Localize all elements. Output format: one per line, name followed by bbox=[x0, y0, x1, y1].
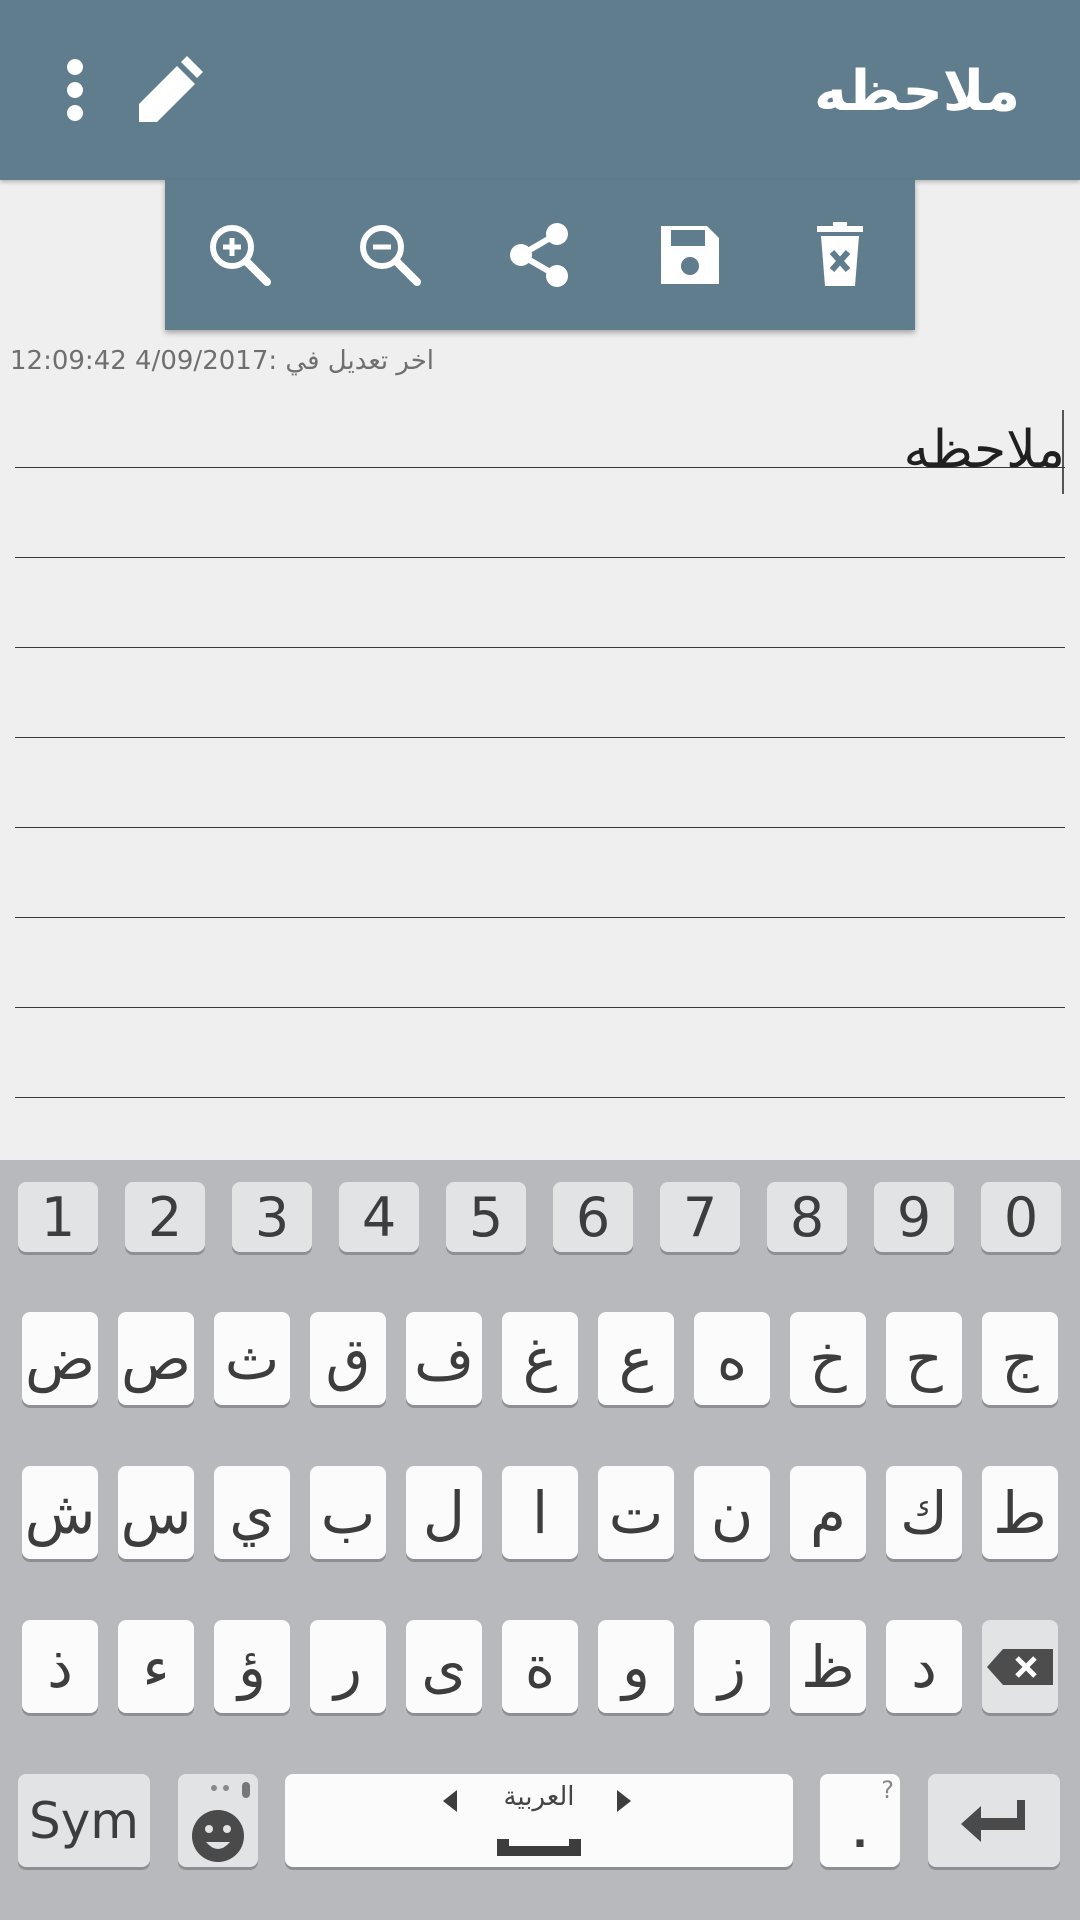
period-hint: ? bbox=[881, 1776, 894, 1804]
letter-key[interactable]: ؤ bbox=[214, 1620, 290, 1713]
letter-key[interactable]: ي bbox=[214, 1466, 290, 1559]
sym-key[interactable]: Sym bbox=[18, 1774, 150, 1867]
save-icon[interactable] bbox=[655, 220, 725, 290]
key-6[interactable]: 6 bbox=[553, 1182, 633, 1252]
key-7[interactable]: 7 bbox=[660, 1182, 740, 1252]
note-line bbox=[15, 917, 1065, 918]
letter-key[interactable]: ا bbox=[502, 1466, 578, 1559]
letter-key[interactable]: و bbox=[598, 1620, 674, 1713]
letter-key[interactable]: ل bbox=[406, 1466, 482, 1559]
space-key[interactable]: العربية bbox=[285, 1774, 793, 1867]
letter-key[interactable]: ض bbox=[22, 1312, 98, 1405]
letter-key[interactable]: ر bbox=[310, 1620, 386, 1713]
note-line bbox=[15, 1097, 1065, 1098]
soft-keyboard: 1 2 3 4 5 6 7 8 9 0 ض ص ث ق ف غ ع ه خ ح … bbox=[0, 1160, 1080, 1920]
edit-pencil-icon[interactable] bbox=[125, 52, 203, 130]
letter-key[interactable]: ص bbox=[118, 1312, 194, 1405]
key-5[interactable]: 5 bbox=[446, 1182, 526, 1252]
note-line bbox=[15, 467, 1065, 468]
text-cursor bbox=[1062, 410, 1064, 494]
app-bar: ملاحظه bbox=[0, 0, 1080, 180]
letter-key[interactable]: ك bbox=[886, 1466, 962, 1559]
key-1[interactable]: 1 bbox=[18, 1182, 98, 1252]
period-label: . bbox=[852, 1811, 868, 1857]
key-4[interactable]: 4 bbox=[339, 1182, 419, 1252]
letter-key[interactable]: ظ bbox=[790, 1620, 866, 1713]
last-modified-label: اخر تعديل في :4/09/2017 12:09:42 bbox=[10, 346, 435, 376]
letter-key[interactable]: ه bbox=[694, 1312, 770, 1405]
share-icon[interactable] bbox=[505, 220, 575, 290]
letter-key[interactable]: خ bbox=[790, 1312, 866, 1405]
key-9[interactable]: 9 bbox=[874, 1182, 954, 1252]
letter-key[interactable]: غ bbox=[502, 1312, 578, 1405]
language-label: العربية bbox=[503, 1782, 575, 1812]
note-line bbox=[15, 557, 1065, 558]
letter-key[interactable]: ق bbox=[310, 1312, 386, 1405]
more-options-icon[interactable] bbox=[50, 55, 100, 125]
key-3[interactable]: 3 bbox=[232, 1182, 312, 1252]
letter-key[interactable]: ز bbox=[694, 1620, 770, 1713]
letter-key[interactable]: ث bbox=[214, 1312, 290, 1405]
note-text-input[interactable]: ملاحظه bbox=[903, 415, 1065, 485]
emoji-key[interactable] bbox=[178, 1774, 258, 1867]
letter-key[interactable]: ب bbox=[310, 1466, 386, 1559]
letter-key[interactable]: ء bbox=[118, 1620, 194, 1713]
period-key[interactable]: . ? bbox=[820, 1774, 900, 1867]
backspace-key[interactable] bbox=[982, 1620, 1058, 1713]
enter-icon bbox=[961, 1799, 1025, 1842]
emoji-icon bbox=[192, 1782, 250, 1862]
letter-key[interactable]: ت bbox=[598, 1466, 674, 1559]
note-line bbox=[15, 737, 1065, 738]
zoom-out-icon[interactable] bbox=[355, 220, 425, 290]
letter-key[interactable]: ط bbox=[982, 1466, 1058, 1559]
letter-key[interactable]: ى bbox=[406, 1620, 482, 1713]
note-actions-toolbar bbox=[165, 180, 915, 330]
page-title: ملاحظه bbox=[813, 59, 1020, 124]
key-8[interactable]: 8 bbox=[767, 1182, 847, 1252]
letter-key[interactable]: م bbox=[790, 1466, 866, 1559]
note-line bbox=[15, 1007, 1065, 1008]
enter-key[interactable] bbox=[928, 1774, 1060, 1867]
letter-key[interactable]: ن bbox=[694, 1466, 770, 1559]
note-line bbox=[15, 647, 1065, 648]
zoom-in-icon[interactable] bbox=[205, 220, 275, 290]
letter-key[interactable]: ش bbox=[22, 1466, 98, 1559]
letter-key[interactable]: ذ bbox=[22, 1620, 98, 1713]
letter-key[interactable]: ف bbox=[406, 1312, 482, 1405]
letter-key[interactable]: د bbox=[886, 1620, 962, 1713]
letter-key[interactable]: ج bbox=[982, 1312, 1058, 1405]
letter-key[interactable]: ح bbox=[886, 1312, 962, 1405]
key-2[interactable]: 2 bbox=[125, 1182, 205, 1252]
note-line bbox=[15, 827, 1065, 828]
letter-key[interactable]: س bbox=[118, 1466, 194, 1559]
letter-key[interactable]: ة bbox=[502, 1620, 578, 1713]
letter-key[interactable]: ع bbox=[598, 1312, 674, 1405]
backspace-icon bbox=[987, 1648, 1053, 1685]
delete-icon[interactable] bbox=[805, 220, 875, 290]
key-0[interactable]: 0 bbox=[981, 1182, 1061, 1252]
